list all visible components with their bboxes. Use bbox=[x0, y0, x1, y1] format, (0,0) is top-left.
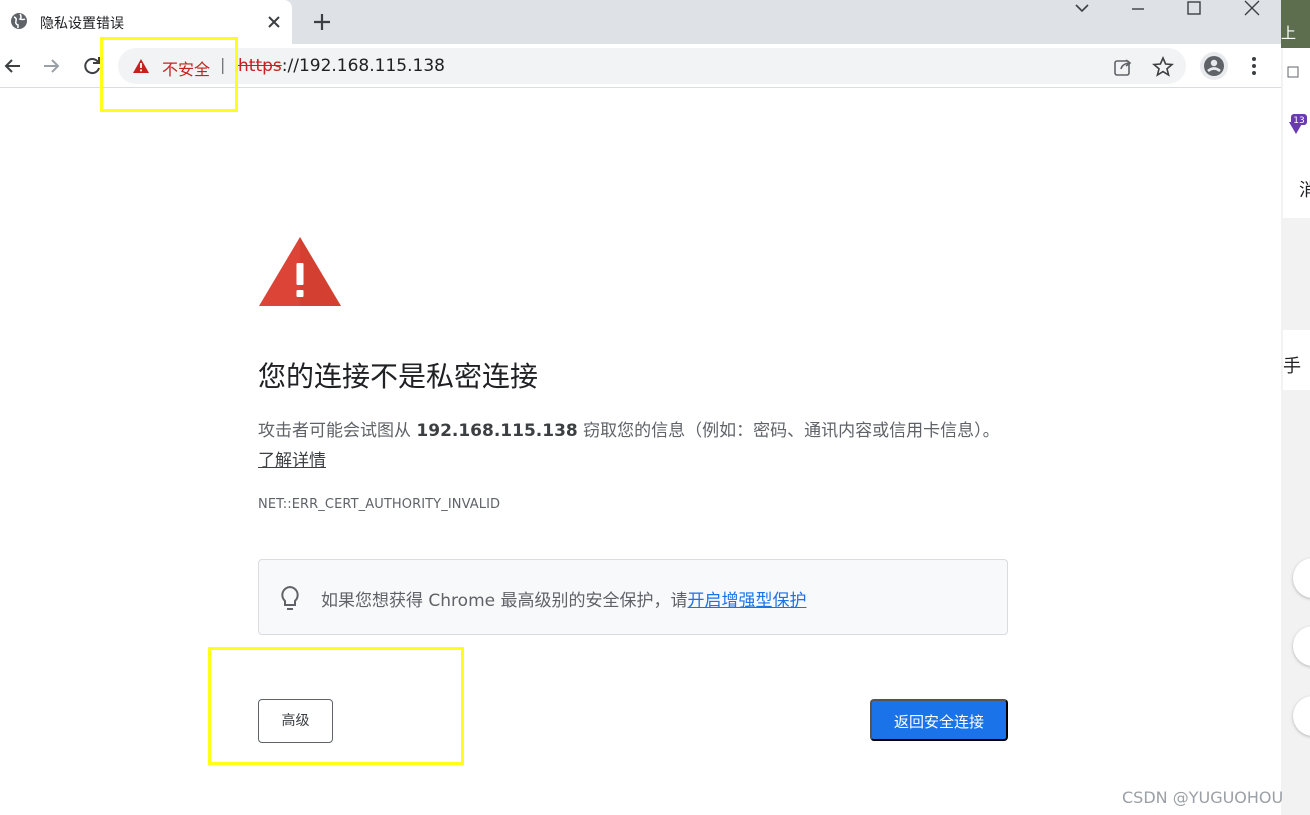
background-app-strip: 上 13 消 手 bbox=[1281, 0, 1310, 815]
close-icon[interactable] bbox=[262, 10, 286, 34]
desktop-wallpaper-strip: 上 bbox=[1281, 0, 1310, 48]
maximize-button[interactable] bbox=[1166, 0, 1222, 22]
window-close-button[interactable] bbox=[1224, 0, 1280, 22]
close-icon bbox=[1244, 0, 1260, 16]
active-tab[interactable]: 隐私设置错误 bbox=[0, 0, 292, 44]
back-to-safety-button[interactable]: 返回安全连接 bbox=[870, 699, 1008, 741]
toolbar: 不安全 | https://192.168.115.138 bbox=[0, 44, 1281, 88]
error-code: NET::ERR_CERT_AUTHORITY_INVALID bbox=[258, 497, 501, 512]
side-floating-button-3[interactable] bbox=[1293, 696, 1310, 736]
url-host: ://192.168.115.138 bbox=[281, 56, 445, 76]
tip-text: 如果您想获得 Chrome 最高级别的安全保护，请开启增强型保护 bbox=[321, 586, 807, 611]
star-icon[interactable] bbox=[1152, 56, 1174, 78]
download-badge-count: 13 bbox=[1293, 116, 1304, 126]
forward-arrow-icon[interactable] bbox=[38, 52, 66, 80]
globe-icon bbox=[11, 13, 27, 29]
desc-host: 192.168.115.138 bbox=[416, 421, 578, 441]
interstitial-page: 您的连接不是私密连接 攻击者可能会试图从 192.168.115.138 窃取您… bbox=[0, 89, 1281, 815]
checkbox-icon bbox=[1287, 66, 1299, 78]
side-floating-button-1[interactable] bbox=[1293, 558, 1310, 598]
minimize-button[interactable] bbox=[1110, 0, 1166, 22]
url-text[interactable]: https://192.168.115.138 bbox=[238, 56, 445, 76]
tab-title: 隐私设置错误 bbox=[40, 16, 124, 32]
lightbulb-icon bbox=[281, 585, 299, 610]
tip-label: 如果您想获得 Chrome 最高级别的安全保护，请 bbox=[321, 591, 688, 611]
plus-icon[interactable] bbox=[308, 8, 336, 36]
browser-window: 隐私设置错误 不安全 | https://192.168.115.138 您的连… bbox=[0, 0, 1281, 815]
enhanced-protection-tip: 如果您想获得 Chrome 最高级别的安全保护，请开启增强型保护 bbox=[258, 559, 1008, 635]
address-bar[interactable]: 不安全 | https://192.168.115.138 bbox=[118, 48, 1186, 84]
desc-suffix: 窃取您的信息（例如：密码、通讯内容或信用卡信息）。 bbox=[577, 421, 1000, 441]
url-scheme: https bbox=[238, 56, 282, 76]
security-separator: | bbox=[220, 55, 226, 74]
reload-icon[interactable] bbox=[78, 52, 106, 80]
side-panel: 13 消 bbox=[1283, 48, 1310, 218]
tab-strip: 隐私设置错误 bbox=[0, 0, 1281, 44]
side-char-top: 上 bbox=[1281, 24, 1297, 42]
warning-triangle-icon[interactable] bbox=[132, 58, 150, 74]
person-icon bbox=[1204, 56, 1224, 76]
side-floating-button-2[interactable] bbox=[1293, 626, 1310, 666]
learn-more-link[interactable]: 了解详情 bbox=[258, 451, 326, 471]
tab-search-button[interactable] bbox=[1054, 0, 1110, 22]
share-icon[interactable] bbox=[1112, 56, 1134, 78]
side-panel-2: 手 bbox=[1283, 330, 1310, 390]
not-secure-label[interactable]: 不安全 bbox=[162, 56, 210, 80]
side-char-1: 消 bbox=[1299, 180, 1310, 201]
watermark: CSDN @YUGUOHOU bbox=[1122, 788, 1284, 807]
desc-prefix: 攻击者可能会试图从 bbox=[258, 421, 417, 441]
back-arrow-icon[interactable] bbox=[0, 52, 28, 80]
description: 攻击者可能会试图从 192.168.115.138 窃取您的信息（例如：密码、通… bbox=[258, 416, 1008, 476]
enhanced-protection-link[interactable]: 开启增强型保护 bbox=[688, 591, 807, 611]
more-vert-icon[interactable] bbox=[1242, 52, 1266, 80]
chevron-down-icon bbox=[1075, 4, 1089, 13]
minimize-icon bbox=[1132, 8, 1144, 10]
warning-triangle-icon bbox=[259, 237, 341, 306]
page-title: 您的连接不是私密连接 bbox=[258, 360, 539, 393]
advanced-button[interactable]: 高级 bbox=[258, 699, 333, 743]
side-char-2: 手 bbox=[1283, 356, 1301, 377]
profile-button[interactable] bbox=[1200, 52, 1228, 80]
maximize-icon bbox=[1187, 1, 1201, 15]
download-badge-icon[interactable]: 13 bbox=[1285, 112, 1307, 142]
